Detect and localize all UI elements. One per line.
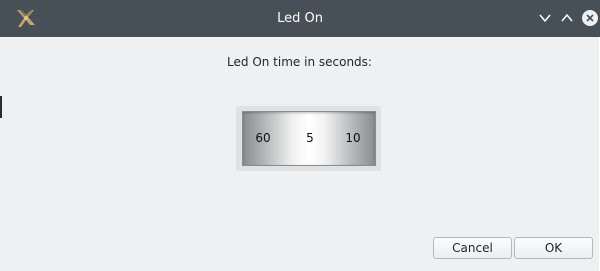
title-bar[interactable]: Led On (0, 0, 600, 37)
maximize-icon[interactable] (558, 9, 576, 27)
close-circle (582, 10, 598, 26)
close-icon[interactable] (581, 9, 599, 27)
spinner-previous-value[interactable]: 60 (248, 112, 278, 165)
prompt-label: Led On time in seconds: (227, 55, 372, 69)
window-title: Led On (277, 11, 323, 26)
spinner-current-value[interactable]: 5 (295, 112, 325, 165)
text-cursor-marker (0, 96, 2, 118)
ok-button[interactable]: OK (514, 237, 593, 259)
cancel-button[interactable]: Cancel (433, 237, 512, 259)
dialog-window: Led On Led On time in seconds: 60 5 10 C… (0, 0, 600, 271)
minimize-icon[interactable] (536, 9, 554, 27)
value-spinner[interactable]: 60 5 10 (242, 111, 376, 166)
spinner-next-value[interactable]: 10 (338, 112, 368, 165)
